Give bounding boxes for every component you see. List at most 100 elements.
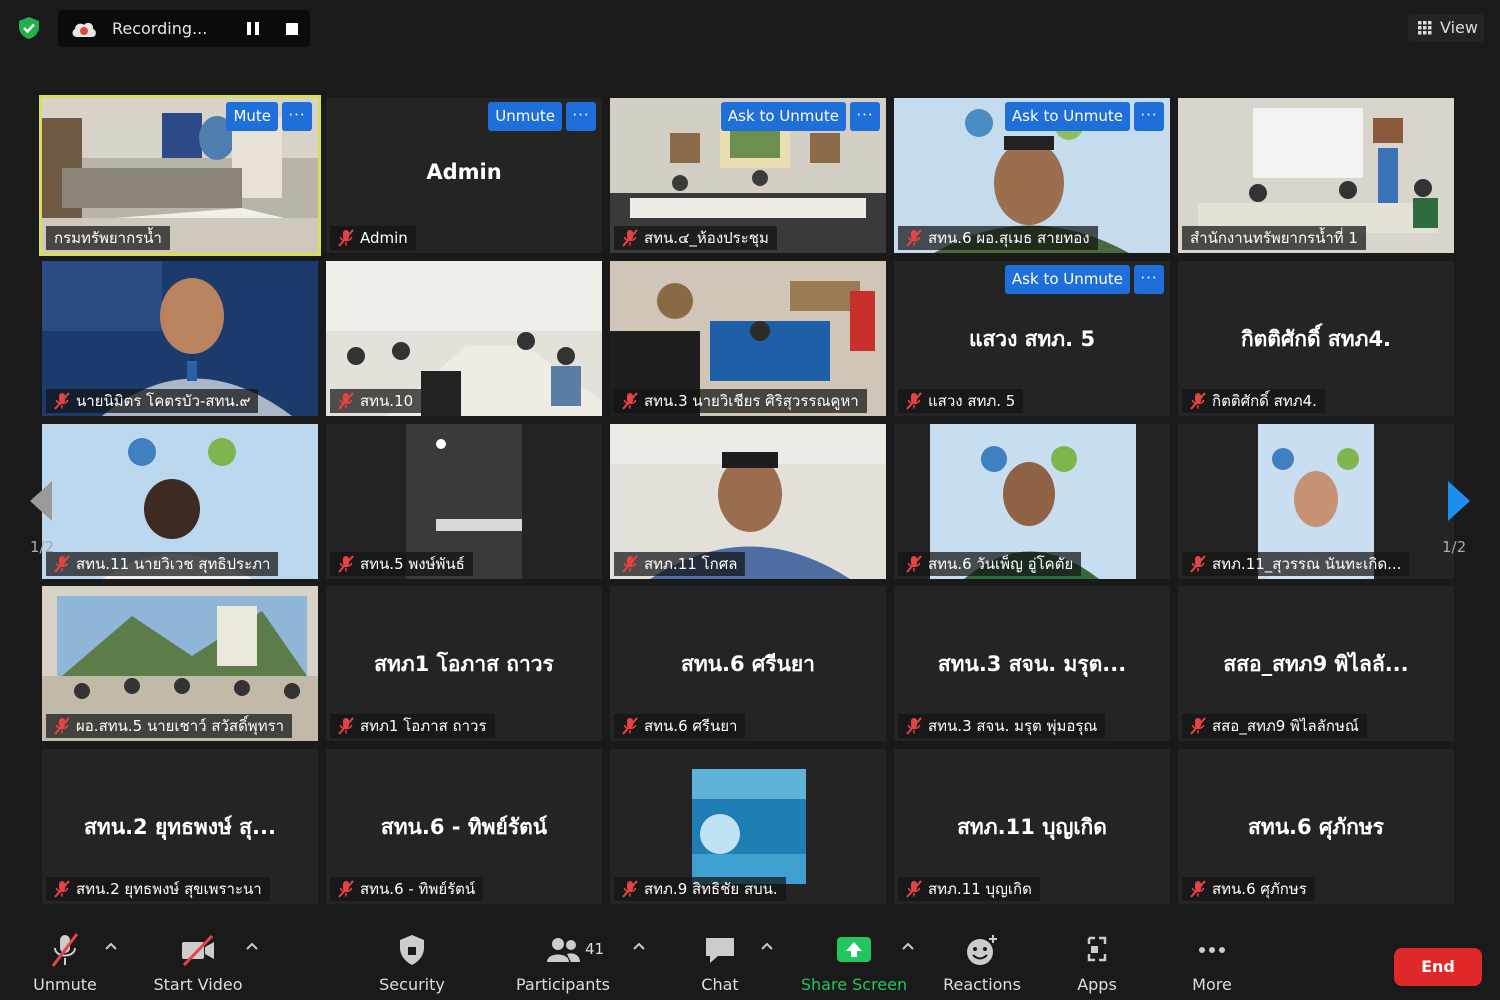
end-meeting-button[interactable]: End [1394,948,1482,986]
participant-name: สทน.6 ศุภักษร [1248,815,1384,839]
view-button[interactable]: View [1408,14,1484,42]
participant-label: ผอ.สทน.5 นายเชาว์ สวัสดิ์พุทรา [46,714,293,738]
apps-button[interactable]: Apps [1062,920,1132,1000]
participant-name: สทน.2 ยุทธพงษ์ สุ... [84,815,276,839]
participant-label: สสอ_สทภ9 พิไลลักษณ์ [1182,714,1367,738]
more-label: More [1192,975,1232,994]
video-tile[interactable]: กิตติศักดิ์ สทภ4. กิตติศักดิ์ สทภ4. [1178,261,1454,416]
reactions-label: Reactions [943,975,1021,994]
participant-label: Admin [330,226,416,250]
more-options-button[interactable]: ··· [566,102,596,131]
muted-mic-icon [54,880,70,898]
share-options-caret-icon[interactable] [901,940,915,954]
video-tile[interactable]: สทภ.11_สุวรรณ นันทะเกิด... [1178,424,1454,579]
video-tile[interactable]: Ask to Unmute ··· สทน.6 ผอ.สุเมธ สายทอง [894,98,1170,253]
share-screen-icon [837,937,871,962]
participant-label: สำนักงานทรัพยากรน้ำที่ 1 [1182,226,1366,250]
start-video-label: Start Video [153,975,243,994]
muted-mic-icon [622,717,638,735]
video-tile[interactable]: สทภ.11 บุญเกิด สทภ.11 บุญเกิด [894,749,1170,904]
video-tile[interactable]: สทน.6 ศุภักษร สทน.6 ศุภักษร [1178,749,1454,904]
muted-mic-icon [622,392,638,410]
video-tile[interactable]: สทภ.9 สิทธิชัย สบน. [610,749,886,904]
meeting-toolbar: Unmute Start Video Security 41 Participa… [0,920,1500,1000]
more-options-button[interactable]: ··· [1134,102,1164,131]
more-options-button[interactable]: ··· [850,102,880,131]
view-label: View [1440,18,1478,37]
video-tile[interactable]: สทน.11 นายวิเวช สุทธิประภา [42,424,318,579]
chat-options-caret-icon[interactable] [760,940,774,954]
apps-icon [1087,936,1107,962]
video-tile[interactable]: สทน.6 - ทิพย์รัตน์ สทน.6 - ทิพย์รัตน์ [326,749,602,904]
video-tile[interactable]: สทน.10 [326,261,602,416]
video-tile[interactable]: สทน.6 วันเพ็ญ อู่โคตัย [894,424,1170,579]
muted-mic-icon [338,392,354,410]
muted-mic-icon [338,717,354,735]
participant-label: แสวง สทภ. 5 [898,389,1024,413]
participant-name: สทน.6 - ทิพย์รัตน์ [380,815,548,839]
participant-label: นายนิมิตร โคตรบัว-สทน.๙ [46,389,259,413]
participants-button[interactable]: 41 Participants [513,920,613,1000]
more-button[interactable]: More [1176,920,1248,1000]
video-tile[interactable]: แสวง สทภ. 5 Ask to Unmute ··· แสวง สทภ. … [894,261,1170,416]
more-dots-icon [1199,947,1225,953]
muted-mic-icon [1190,880,1206,898]
security-shield-icon [400,935,424,965]
unmute-button[interactable]: Unmute [488,102,562,131]
top-bar: Recording... View [0,0,1500,60]
video-tile[interactable]: ผอ.สทน.5 นายเชาว์ สวัสดิ์พุทรา [42,586,318,741]
ask-to-unmute-button[interactable]: Ask to Unmute [720,102,846,131]
participant-label: สทน.3 สจน. มรุต พุ่มอรุณ [898,714,1106,738]
muted-mic-icon [338,555,354,573]
muted-mic-icon [1190,717,1206,735]
video-options-caret-icon[interactable] [245,940,259,954]
video-tile[interactable]: สทภ.11 โกศล [610,424,886,579]
security-button[interactable]: Security [372,920,452,1000]
video-tile[interactable]: นายนิมิตร โคตรบัว-สทน.๙ [42,261,318,416]
participants-options-caret-icon[interactable] [632,940,646,954]
participant-label: สทน.11 นายวิเวช สุทธิประภา [46,552,279,576]
video-tile[interactable]: สทน.3 นายวิเชียร ศิริสุวรรณคูหา [610,261,886,416]
ask-to-unmute-button[interactable]: Ask to Unmute [1004,102,1130,131]
chat-button[interactable]: Chat [680,920,760,1000]
video-tile[interactable]: สทน.5 พงษ์พันธ์ [326,424,602,579]
more-options-button[interactable]: ··· [282,102,312,131]
video-tile[interactable]: สทน.3 สจน. มรุต... สทน.3 สจน. มรุต พุ่มอ… [894,586,1170,741]
stop-recording-icon[interactable] [286,23,298,35]
muted-mic-icon [906,392,922,410]
reaction-smiley-icon [967,935,997,965]
audio-options-caret-icon[interactable] [104,940,118,954]
participant-name: สทน.3 สจน. มรุต... [937,652,1127,676]
participants-icon [547,938,580,962]
muted-mic-icon [54,392,70,410]
video-tile[interactable]: สทภ1 โอภาส ถาวร สทภ1 โอภาส ถาวร [326,586,602,741]
ask-to-unmute-button[interactable]: Ask to Unmute [1004,265,1130,294]
pause-recording-icon[interactable] [246,21,260,36]
mute-button[interactable]: Mute [226,102,278,131]
muted-mic-icon [622,555,638,573]
security-shield-icon[interactable] [17,16,41,40]
participant-label: สทน.10 [330,389,422,413]
participant-label: สทน.6 ศรีนยา [614,714,746,738]
reactions-button[interactable]: Reactions [940,920,1024,1000]
participant-name: กิตติศักดิ์ สทภ4. [1240,327,1392,351]
participant-label: สทน.๔_ห้องประชุม [614,226,777,250]
unmute-button[interactable]: Unmute [25,920,105,1000]
participant-label: สทภ.9 สิทธิชัย สบน. [614,877,786,901]
more-options-button[interactable]: ··· [1134,265,1164,294]
video-tile[interactable]: สสอ_สทภ9 พิไลลั... สสอ_สทภ9 พิไลลักษณ์ [1178,586,1454,741]
participant-label: สทภ1 โอภาส ถาวร [330,714,495,738]
start-video-button[interactable]: Start Video [150,920,246,1000]
page-indicator-right: 1/2 [1442,538,1467,556]
video-tile[interactable]: สำนักงานทรัพยากรน้ำที่ 1 [1178,98,1454,253]
video-tile[interactable]: Ask to Unmute ··· สทน.๔_ห้องประชุม [610,98,886,253]
video-tile[interactable]: สทน.6 ศรีนยา สทน.6 ศรีนยา [610,586,886,741]
video-tile[interactable]: Admin Unmute ··· Admin [326,98,602,253]
participant-name: สสอ_สทภ9 พิไลลั... [1223,652,1409,676]
share-screen-button[interactable]: Share Screen [800,920,908,1000]
muted-mic-icon [906,229,922,247]
participant-label: สทน.6 วันเพ็ญ อู่โคตัย [898,552,1082,576]
participant-label: สทภ.11_สุวรรณ นันทะเกิด... [1182,552,1410,576]
video-tile[interactable]: สทน.2 ยุทธพงษ์ สุ... สทน.2 ยุทธพงษ์ สุขเ… [42,749,318,904]
video-tile[interactable]: Mute ··· กรมทรัพยากรน้ำ [39,95,321,256]
